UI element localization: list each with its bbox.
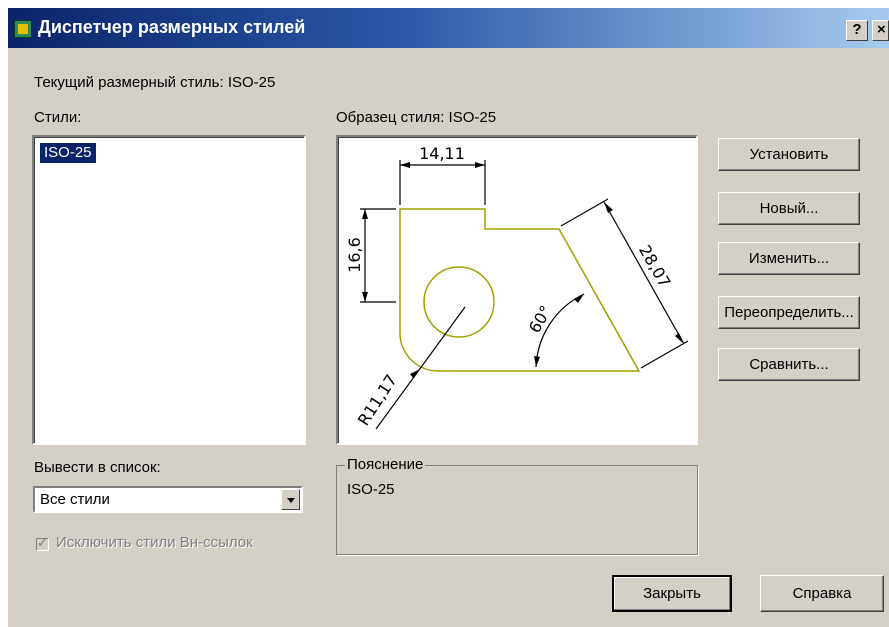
description-group: Пояснение ISO-25 [336,456,698,555]
dim-left-lines [360,208,396,303]
override-style-button[interactable]: Переопределить... [718,296,860,329]
exclude-xref-checkbox[interactable] [36,535,49,551]
list-item[interactable]: ISO-25 [40,143,96,163]
dim-radius-value: R11,17 [354,371,401,429]
dimension-style-manager-dialog: Диспетчер размерных стилей ? × Текущий р… [8,8,889,627]
style-preview: 14,11 16,6 28,07 60° R11,17 [336,135,698,445]
list-filter-label: Вывести в список: [34,459,161,476]
window-title: Диспетчер размерных стилей [38,17,306,37]
styles-label: Стили: [34,109,82,126]
exclude-xref-label: Исключить стили Вн-ссылок [56,534,253,551]
description-text: ISO-25 [347,481,395,498]
help-title-button[interactable]: ? [846,20,868,41]
close-title-button[interactable]: × [872,20,889,41]
dim-diagonal-value: 28,07 [635,242,674,291]
current-style-label: Текущий размерный стиль: ISO-25 [34,74,276,91]
close-button[interactable]: Закрыть [612,575,732,612]
title-bar[interactable]: Диспетчер размерных стилей ? × [8,8,889,48]
list-filter-value: Все стили [40,491,110,508]
dim-left-value: 16,6 [345,237,364,273]
description-title: Пояснение [345,456,426,473]
app-icon [14,20,32,38]
dim-top-value: 14,11 [419,144,465,163]
help-button[interactable]: Справка [760,575,884,612]
styles-list[interactable]: ISO-25 [32,135,306,445]
new-style-button[interactable]: Новый... [718,192,860,225]
dim-radius-leader [375,306,466,430]
compare-styles-button[interactable]: Сравнить... [718,348,860,381]
modify-style-button[interactable]: Изменить... [718,242,860,275]
dim-angle-value: 60° [525,302,556,336]
set-current-button[interactable]: Установить [718,138,860,171]
chevron-down-icon[interactable] [281,489,300,510]
dim-top-lines [399,160,486,205]
preview-hole [423,266,495,338]
preview-label: Образец стиля: ISO-25 [336,109,497,126]
preview-drawing: 14,11 16,6 28,07 60° R11,17 [345,144,689,430]
list-filter-select[interactable]: Все стили [33,486,303,513]
